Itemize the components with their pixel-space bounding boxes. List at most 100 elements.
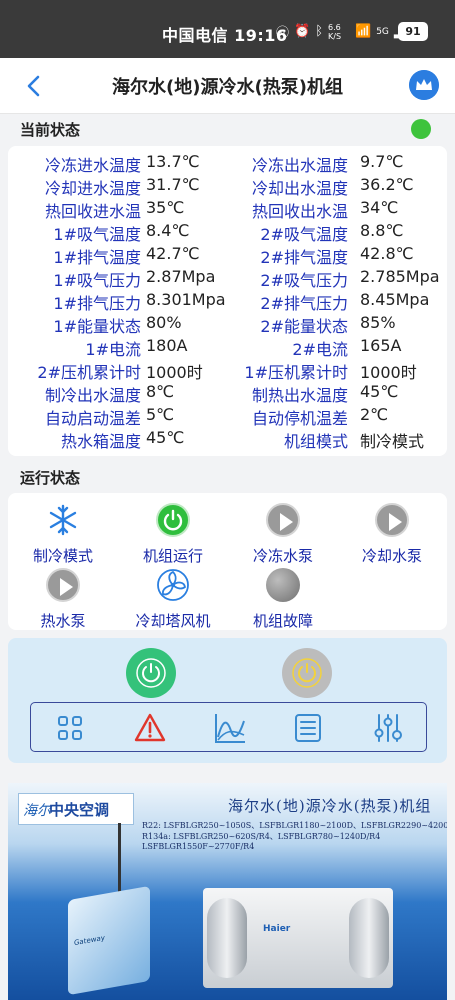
settings-sliders-icon[interactable] [371,711,405,745]
param-value: 45℃ [360,382,399,401]
tile-label: 热水泵 [40,612,86,630]
param-label: 2#排气压力 [260,294,348,313]
param-label: 制热出水温度 [251,386,348,405]
power-on-button[interactable] [126,648,176,698]
tile-unit-fault: 机组故障 [228,568,338,630]
current-status-card: 冷冻进水温度 13.7℃ 冷冻出水温度 9.7℃ 冷却进水温度 31.7℃ 冷却… [8,146,447,456]
chiller-cylinder [207,898,247,978]
param-value: 36.2℃ [360,175,414,194]
param-label: 1#电流 [85,340,141,359]
status-row: 热水箱温度 45℃ 机组模式 制冷模式 [8,428,447,451]
tile-cooling-mode: 制冷模式 [8,503,118,565]
online-status-indicator [411,119,431,139]
grid-icon[interactable] [53,711,87,745]
carrier-time: 中国电信 19:16 [162,26,288,45]
battery-icon: 91 [398,22,428,41]
tile-cooling-water-pump: 冷却水泵 [337,503,447,565]
param-label: 热回收进水温 [44,202,141,221]
tile-hot-water-pump: 热水泵 [8,568,118,630]
param-label: 1#吸气压力 [53,271,141,290]
wifi-icon: 📶 [355,24,372,39]
play-icon [266,503,300,537]
param-label: 自动停机温差 [251,409,348,428]
param-label: 2#吸气温度 [260,225,348,244]
param-value: 34℃ [360,198,399,217]
param-value: 2.785Mpa [360,267,440,286]
tile-label: 冷却塔风机 [135,612,211,630]
param-value: 180A [146,336,188,355]
param-value: 31.7℃ [146,175,200,194]
bluetooth-icon: ᛒ [315,24,324,39]
gateway-device-image: Gateway [68,885,150,996]
status-row: 2#压机累计时 1000时 1#压机累计时 1000时 [8,359,447,382]
signal-label: 5G [376,26,389,37]
network-speed: 6.6 K/S [328,22,342,41]
status-row: 1#电流 180A 2#电流 165A [8,336,447,359]
warning-icon[interactable] [133,711,167,745]
power-on-icon [156,503,190,537]
param-label: 热回收出水温 [251,202,348,221]
param-label: 2#吸气压力 [260,271,348,290]
gateway-label: Gateway [74,933,105,948]
status-row: 自动启动温差 5℃ 自动停机温差 2℃ [8,405,447,428]
param-label: 1#排气压力 [53,294,141,313]
param-label: 制冷出水温度 [44,386,141,405]
alarm-icon: ⏰ [294,24,311,39]
chart-icon[interactable] [213,711,247,745]
status-row: 1#吸气压力 2.87Mpa 2#吸气压力 2.785Mpa [8,267,447,290]
param-value: 8.301Mpa [146,290,226,309]
tile-label: 冷冻水泵 [252,547,313,565]
param-value: 8℃ [146,382,175,401]
param-value: 165A [360,336,402,355]
system-status-bar: 中国电信 19:16 ⓝ ⏰ ᛒ 6.6 K/S 📶 5G ▂▄▆ 91 [0,0,455,58]
power-off-button[interactable] [282,648,332,698]
param-value: 42.7℃ [146,244,200,263]
play-icon [375,503,409,537]
param-label: 冷冻出水温度 [251,156,348,175]
play-icon [46,568,80,602]
param-value: 制冷模式 [360,432,425,451]
tile-label: 机组运行 [142,547,203,565]
param-value: 2℃ [360,405,389,424]
run-status-card: 制冷模式 机组运行 冷冻水泵 冷却水泵 热水泵 冷却塔风机 机组故障 [8,493,447,630]
param-label: 热水箱温度 [60,432,141,451]
param-label: 1#吸气温度 [53,225,141,244]
banner-spec-line: R22: LSFBLGR250~1050S、LSFBLGR1180~2100D、… [142,821,447,830]
brand-logo: 海尔 中央空调 [18,793,134,825]
brand-text: 中央空调 [49,801,110,819]
chiller-cylinder [349,898,389,978]
param-label: 1#能量状态 [53,317,141,336]
status-row: 1#能量状态 80% 2#能量状态 85% [8,313,447,336]
nfc-icon: ⓝ [276,26,290,41]
control-panel [8,638,447,763]
param-label: 冷却出水温度 [251,179,348,198]
crown-icon[interactable] [409,70,439,100]
param-value: 5℃ [146,405,175,424]
param-label: 自动启动温差 [44,409,141,428]
tile-unit-running: 机组运行 [118,503,228,565]
param-value: 8.4℃ [146,221,190,240]
param-value: 9.7℃ [360,152,404,171]
param-value: 1000时 [360,363,417,382]
status-row: 1#排气压力 8.301Mpa 2#排气压力 8.45Mpa [8,290,447,313]
param-value: 42.8℃ [360,244,414,263]
param-value: 2.87Mpa [146,267,216,286]
param-value: 85% [360,313,396,332]
param-label: 1#排气温度 [53,248,141,267]
current-status-title: 当前状态 [20,121,81,139]
param-label: 2#排气温度 [260,248,348,267]
status-row: 制冷出水温度 8℃ 制热出水温度 45℃ [8,382,447,405]
status-row: 热回收进水温 35℃ 热回收出水温 34℃ [8,198,447,221]
product-banner: 海尔 中央空调 海尔水(地)源冷水(热泵)机组 R22: LSFBLGR250~… [8,783,447,1000]
param-label: 机组模式 [283,432,348,451]
param-value: 13.7℃ [146,152,200,171]
tile-label: 冷却水泵 [361,547,422,565]
param-value: 80% [146,313,182,332]
status-row: 1#吸气温度 8.4℃ 2#吸气温度 8.8℃ [8,221,447,244]
param-label: 冷冻进水温度 [44,156,141,175]
param-label: 冷却进水温度 [44,179,141,198]
app-header: 海尔水(地)源冷水(热泵)机组 [0,58,455,114]
list-icon[interactable] [291,711,325,745]
snowflake-icon [49,504,77,536]
param-label: 1#压机累计时 [244,363,348,382]
